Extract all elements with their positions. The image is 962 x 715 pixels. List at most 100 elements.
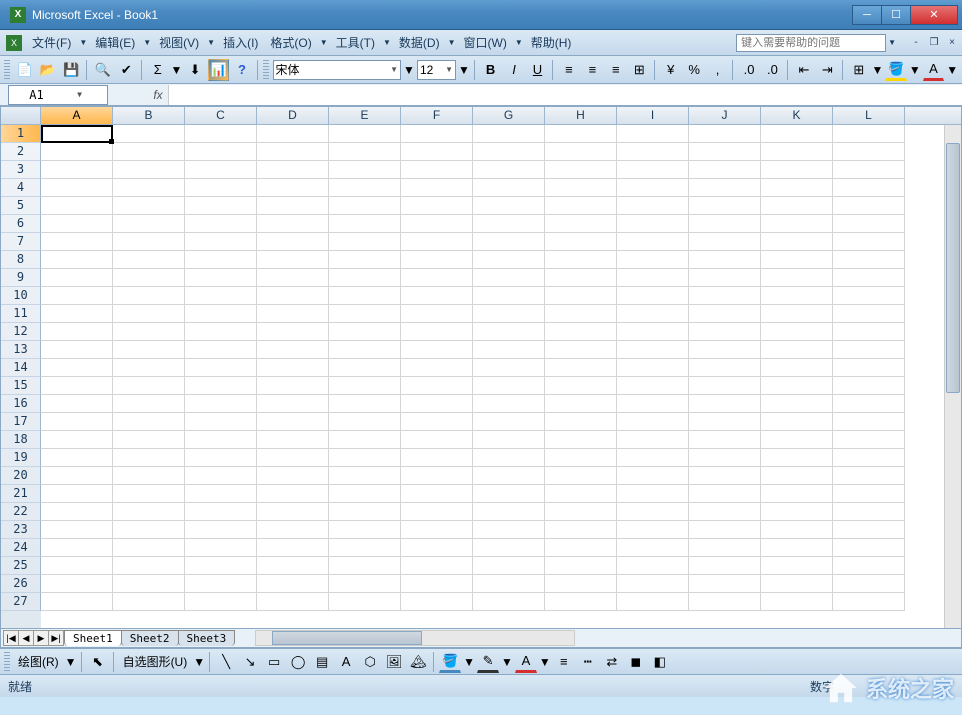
cell[interactable] <box>473 539 545 557</box>
chevron-down-icon[interactable]: ▼ <box>909 63 921 77</box>
name-box[interactable]: A1 ▼ <box>8 85 108 105</box>
cell[interactable] <box>761 395 833 413</box>
mdi-minimize-button[interactable]: - <box>908 36 924 50</box>
cell[interactable] <box>833 143 905 161</box>
cell[interactable] <box>41 323 113 341</box>
chevron-down-icon[interactable]: ▼ <box>463 655 475 669</box>
help-search-input[interactable] <box>736 34 886 52</box>
cell[interactable] <box>689 503 761 521</box>
drawing-menu[interactable]: 绘图(R) <box>14 653 63 670</box>
row-header-26[interactable]: 26 <box>1 575 41 593</box>
cell[interactable] <box>545 467 617 485</box>
horizontal-scrollbar[interactable] <box>255 630 575 646</box>
cell[interactable] <box>329 539 401 557</box>
line-icon[interactable]: ╲ <box>215 651 237 673</box>
cell[interactable] <box>545 323 617 341</box>
last-sheet-button[interactable]: ▶| <box>48 630 64 646</box>
cell[interactable] <box>761 287 833 305</box>
cell[interactable] <box>41 251 113 269</box>
cell[interactable] <box>617 197 689 215</box>
cell[interactable] <box>545 341 617 359</box>
cell[interactable] <box>617 233 689 251</box>
row-header-13[interactable]: 13 <box>1 341 41 359</box>
cell[interactable] <box>617 557 689 575</box>
cell[interactable] <box>185 251 257 269</box>
cell[interactable] <box>545 593 617 611</box>
row-header-12[interactable]: 12 <box>1 323 41 341</box>
menu-insert[interactable]: 插入(I) <box>217 32 264 53</box>
cell[interactable] <box>113 593 185 611</box>
cell[interactable] <box>473 377 545 395</box>
help-icon[interactable]: ? <box>231 59 252 81</box>
spellcheck-icon[interactable]: ✔ <box>116 59 137 81</box>
cell[interactable] <box>41 503 113 521</box>
cell[interactable] <box>41 521 113 539</box>
cell[interactable] <box>41 485 113 503</box>
cell[interactable] <box>617 341 689 359</box>
cell[interactable] <box>401 251 473 269</box>
cell[interactable] <box>833 521 905 539</box>
picture-icon[interactable]: 🏔 <box>407 651 429 673</box>
cell[interactable] <box>545 233 617 251</box>
cell[interactable] <box>185 269 257 287</box>
cell[interactable] <box>545 413 617 431</box>
cell[interactable] <box>689 305 761 323</box>
diagram-icon[interactable]: ⬡ <box>359 651 381 673</box>
cell[interactable] <box>401 503 473 521</box>
cell[interactable] <box>185 413 257 431</box>
cell[interactable] <box>761 341 833 359</box>
align-center-icon[interactable]: ≡ <box>582 59 603 81</box>
cell[interactable] <box>617 305 689 323</box>
row-header-5[interactable]: 5 <box>1 197 41 215</box>
cell[interactable] <box>113 413 185 431</box>
cell[interactable] <box>761 575 833 593</box>
cell[interactable] <box>257 395 329 413</box>
cell[interactable] <box>833 557 905 575</box>
borders-icon[interactable]: ⊞ <box>848 59 869 81</box>
cell[interactable] <box>185 305 257 323</box>
cell[interactable] <box>401 521 473 539</box>
cell[interactable] <box>329 593 401 611</box>
cell[interactable] <box>257 467 329 485</box>
3d-icon[interactable]: ◧ <box>649 651 671 673</box>
dash-style-icon[interactable]: ┅ <box>577 651 599 673</box>
cell[interactable] <box>545 521 617 539</box>
cell[interactable] <box>113 521 185 539</box>
cell[interactable] <box>185 593 257 611</box>
cell[interactable] <box>617 323 689 341</box>
cell[interactable] <box>473 359 545 377</box>
row-header-19[interactable]: 19 <box>1 449 41 467</box>
cell[interactable] <box>545 125 617 143</box>
cell[interactable] <box>401 467 473 485</box>
cell[interactable] <box>257 287 329 305</box>
cell[interactable] <box>473 215 545 233</box>
cell[interactable] <box>113 305 185 323</box>
cell[interactable] <box>761 413 833 431</box>
cell[interactable] <box>473 413 545 431</box>
cell[interactable] <box>689 179 761 197</box>
cell[interactable] <box>41 539 113 557</box>
cell[interactable] <box>41 575 113 593</box>
cell[interactable] <box>257 179 329 197</box>
col-header-b[interactable]: B <box>113 107 185 124</box>
cell[interactable] <box>689 557 761 575</box>
row-header-3[interactable]: 3 <box>1 161 41 179</box>
cell[interactable] <box>545 503 617 521</box>
cell[interactable] <box>761 197 833 215</box>
cell[interactable] <box>329 413 401 431</box>
cell[interactable] <box>473 521 545 539</box>
minimize-button[interactable]: ─ <box>852 5 882 25</box>
chevron-down-icon[interactable]: ▼ <box>193 655 205 669</box>
cell[interactable] <box>761 593 833 611</box>
cell[interactable] <box>329 503 401 521</box>
prev-sheet-button[interactable]: ◀ <box>18 630 34 646</box>
increase-decimal-icon[interactable]: .0 <box>738 59 759 81</box>
autosum-icon[interactable]: Σ <box>147 59 168 81</box>
cell[interactable] <box>113 251 185 269</box>
row-header-8[interactable]: 8 <box>1 251 41 269</box>
cell[interactable] <box>689 161 761 179</box>
font-color-icon[interactable]: A <box>923 59 944 81</box>
col-header-i[interactable]: I <box>617 107 689 124</box>
excel-doc-icon[interactable]: X <box>6 35 22 51</box>
cell[interactable] <box>41 359 113 377</box>
